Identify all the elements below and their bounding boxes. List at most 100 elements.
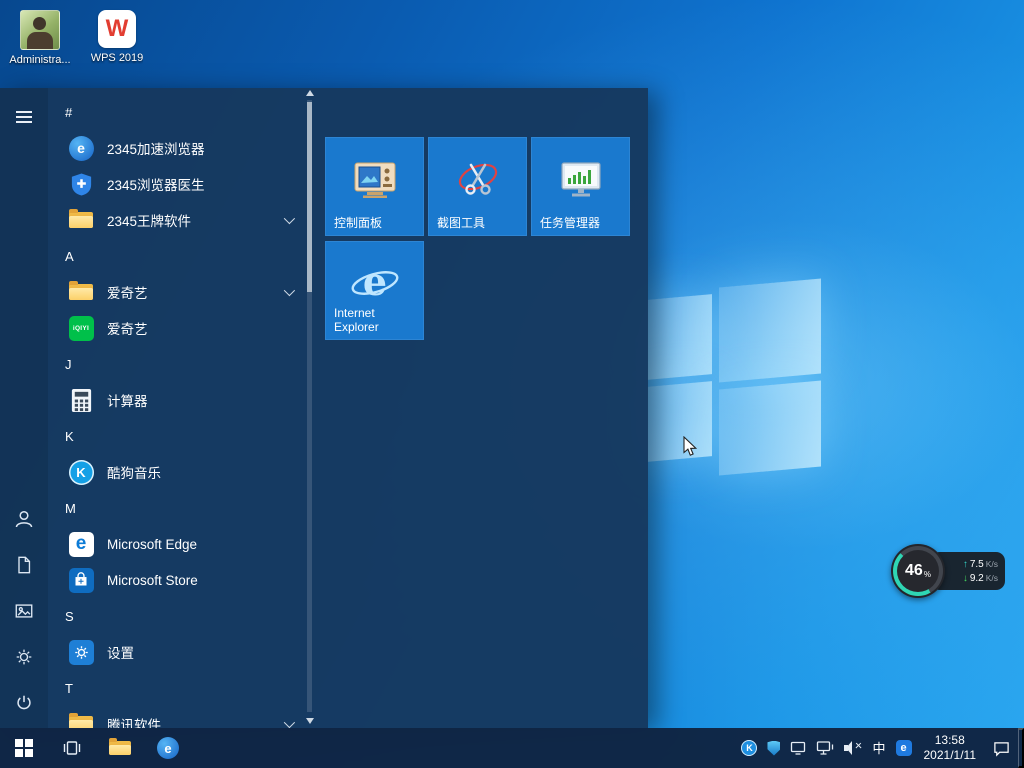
- app-label: 酷狗音乐: [107, 462, 161, 482]
- taskbar: e K 中 e 13:58 2021/1/11: [0, 728, 1024, 768]
- file-explorer-icon: [109, 739, 131, 757]
- user-account-button[interactable]: [0, 496, 48, 542]
- app-label: 2345浏览器医生: [107, 174, 205, 194]
- taskbar-clock[interactable]: 13:58 2021/1/11: [916, 728, 985, 768]
- iqiyi-icon: iQIYI: [68, 315, 94, 341]
- app-section-hash[interactable]: #: [48, 94, 302, 130]
- app-label: 计算器: [107, 390, 148, 410]
- app-label: 2345加速浏览器: [107, 138, 205, 158]
- gear-icon: [14, 647, 34, 667]
- tile-internet-explorer[interactable]: e Internet Explorer: [325, 241, 424, 340]
- app-item-2345-doctor[interactable]: 2345浏览器医生: [48, 166, 302, 202]
- tile-snipping-tool[interactable]: 截图工具: [428, 137, 527, 236]
- start-button[interactable]: [0, 728, 48, 768]
- start-app-list: # e 2345加速浏览器 2345浏览器医生: [48, 88, 302, 728]
- usage-percent-value: 46: [905, 562, 923, 580]
- ethernet-network-tray-icon[interactable]: [816, 740, 834, 756]
- browser-icon: e: [157, 737, 179, 759]
- task-view-button[interactable]: [48, 728, 96, 768]
- chevron-down-icon[interactable]: [284, 285, 295, 296]
- chevron-down-icon[interactable]: [284, 717, 295, 728]
- kugou-icon: K: [68, 459, 94, 485]
- store-icon: [68, 567, 94, 593]
- usage-gauge[interactable]: 46 %: [891, 544, 945, 598]
- file-explorer-button[interactable]: [96, 728, 144, 768]
- app-list-scrollbar[interactable]: [304, 88, 316, 728]
- settings-button[interactable]: [0, 634, 48, 680]
- app-section-a[interactable]: A: [48, 238, 302, 274]
- power-icon: [14, 693, 34, 713]
- edge-letter: e: [76, 534, 87, 553]
- upload-arrow-icon: ↑: [963, 558, 968, 571]
- clock-date: 2021/1/11: [924, 748, 977, 763]
- browser-tray-icon[interactable]: e: [896, 740, 912, 756]
- section-label: T: [65, 681, 73, 696]
- app-item-kugou[interactable]: K 酷狗音乐: [48, 454, 302, 490]
- expand-menu-button[interactable]: [0, 94, 48, 140]
- section-label: A: [65, 249, 74, 264]
- app-item-settings[interactable]: 设置: [48, 634, 302, 670]
- folder-icon: [68, 207, 94, 233]
- shortcut-label: Administra...: [9, 54, 70, 66]
- section-label: #: [65, 105, 72, 120]
- start-menu: # e 2345加速浏览器 2345浏览器医生: [0, 88, 648, 728]
- windows-logo-icon: [15, 739, 33, 757]
- kugou-tray-icon[interactable]: K: [741, 740, 757, 756]
- start-menu-rail: [0, 88, 48, 728]
- shortcut-label: WPS 2019: [91, 52, 144, 64]
- app-item-calculator[interactable]: 计算器: [48, 382, 302, 418]
- volume-muted-tray-icon[interactable]: [844, 741, 862, 755]
- upload-unit: K/s: [986, 558, 998, 571]
- chevron-down-icon[interactable]: [284, 213, 295, 224]
- taskbar-empty-area[interactable]: [192, 728, 737, 768]
- download-value: 9.2: [970, 572, 984, 585]
- app-item-microsoft-store[interactable]: Microsoft Store: [48, 562, 302, 598]
- app-item-2345-browser[interactable]: e 2345加速浏览器: [48, 130, 302, 166]
- app-section-t[interactable]: T: [48, 670, 302, 706]
- ime-language-indicator[interactable]: 中: [872, 742, 885, 755]
- app-label: 2345王牌软件: [107, 210, 191, 230]
- section-label: S: [65, 609, 74, 624]
- app-item-iqiyi[interactable]: iQIYI 爱奇艺: [48, 310, 302, 346]
- tile-label: 任务管理器: [540, 216, 623, 230]
- app-section-k[interactable]: K: [48, 418, 302, 454]
- app-item-tencent-folder[interactable]: 腾讯软件: [48, 706, 302, 728]
- scroll-up-arrow[interactable]: [306, 90, 314, 96]
- show-desktop-button[interactable]: [1018, 728, 1024, 768]
- app-label: 腾讯软件: [107, 714, 161, 728]
- action-center-button[interactable]: [984, 728, 1018, 768]
- app-section-m[interactable]: M: [48, 490, 302, 526]
- desktop-shortcut-wps-2019[interactable]: W WPS 2019: [81, 10, 153, 64]
- app-label: 爱奇艺: [107, 318, 148, 338]
- browser-letter: e: [900, 742, 906, 754]
- app-window-tray-icon[interactable]: [790, 741, 806, 755]
- app-item-iqiyi-folder[interactable]: 爱奇艺: [48, 274, 302, 310]
- scrollbar-thumb[interactable]: [307, 102, 312, 292]
- hamburger-icon: [16, 111, 32, 123]
- app-section-s[interactable]: S: [48, 598, 302, 634]
- windows-logo-pane: [719, 381, 821, 476]
- pictures-icon: [14, 601, 34, 621]
- browser-2345-taskbar-button[interactable]: e: [144, 728, 192, 768]
- app-section-j[interactable]: J: [48, 346, 302, 382]
- user-photo-icon: [20, 10, 60, 50]
- download-arrow-icon: ↓: [963, 572, 968, 585]
- app-item-microsoft-edge[interactable]: e Microsoft Edge: [48, 526, 302, 562]
- app-item-2345-suite[interactable]: 2345王牌软件: [48, 202, 302, 238]
- 2345-browser-icon: e: [68, 135, 94, 161]
- windows-logo-pane: [719, 279, 821, 383]
- pictures-button[interactable]: [0, 588, 48, 634]
- desktop-shortcut-administrator[interactable]: Administra...: [4, 10, 76, 66]
- edge-icon: e: [68, 531, 94, 557]
- usage-percent-unit: %: [924, 570, 931, 579]
- security-shield-tray-icon[interactable]: [767, 741, 780, 756]
- documents-button[interactable]: [0, 542, 48, 588]
- net-speed-float-widget[interactable]: ↑ 7.5 K/s ↓ 9.2 K/s 46 %: [891, 544, 1011, 598]
- tile-task-manager[interactable]: 任务管理器: [531, 137, 630, 236]
- app-label: Microsoft Store: [107, 573, 198, 588]
- power-button[interactable]: [0, 680, 48, 726]
- wps-letter: W: [106, 17, 129, 41]
- scroll-down-arrow[interactable]: [306, 718, 314, 724]
- windows-logo-pane: [647, 294, 712, 380]
- tile-control-panel[interactable]: 控制面板: [325, 137, 424, 236]
